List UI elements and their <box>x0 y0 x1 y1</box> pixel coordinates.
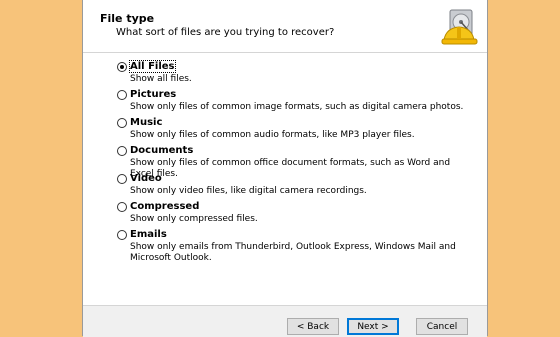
option-label: Pictures <box>130 89 177 100</box>
option-description: Show only files of common audio formats,… <box>130 130 415 140</box>
radio-documents[interactable] <box>117 146 127 156</box>
option-label: All Files <box>129 60 176 73</box>
radio-all-files[interactable] <box>117 62 127 72</box>
radio-emails[interactable] <box>117 230 127 240</box>
option-description: Show only video files, like digital came… <box>130 186 367 196</box>
option-label: Compressed <box>130 201 200 212</box>
wizard-header: File type What sort of files are you try… <box>83 0 487 53</box>
recovery-hdd-hardhat-icon <box>439 8 481 50</box>
radio-pictures[interactable] <box>117 90 127 100</box>
next-button[interactable]: Next > <box>347 318 399 335</box>
wizard-footer: < Back Next > Cancel <box>83 305 487 337</box>
option-description: Show only emails from Thunderbird, Outlo… <box>130 242 456 263</box>
back-button[interactable]: < Back <box>287 318 339 335</box>
radio-music[interactable] <box>117 118 127 128</box>
option-label: Music <box>130 117 163 128</box>
page-title: File type <box>100 12 155 25</box>
option-description: Show only compressed files. <box>130 214 258 224</box>
wizard-dialog: File type What sort of files are you try… <box>82 0 488 337</box>
radio-video[interactable] <box>117 174 127 184</box>
options-panel: All Files Show all files. Pictures Show … <box>83 53 487 305</box>
cancel-button[interactable]: Cancel <box>416 318 468 335</box>
option-label: Video <box>130 173 162 184</box>
option-label: Emails <box>130 229 167 240</box>
page-subtitle: What sort of files are you trying to rec… <box>116 27 335 38</box>
radio-compressed[interactable] <box>117 202 127 212</box>
option-description: Show all files. <box>130 74 192 84</box>
option-label: Documents <box>130 145 194 156</box>
option-description: Show only files of common image formats,… <box>130 102 464 112</box>
option-description: Show only files of common office documen… <box>130 158 451 179</box>
